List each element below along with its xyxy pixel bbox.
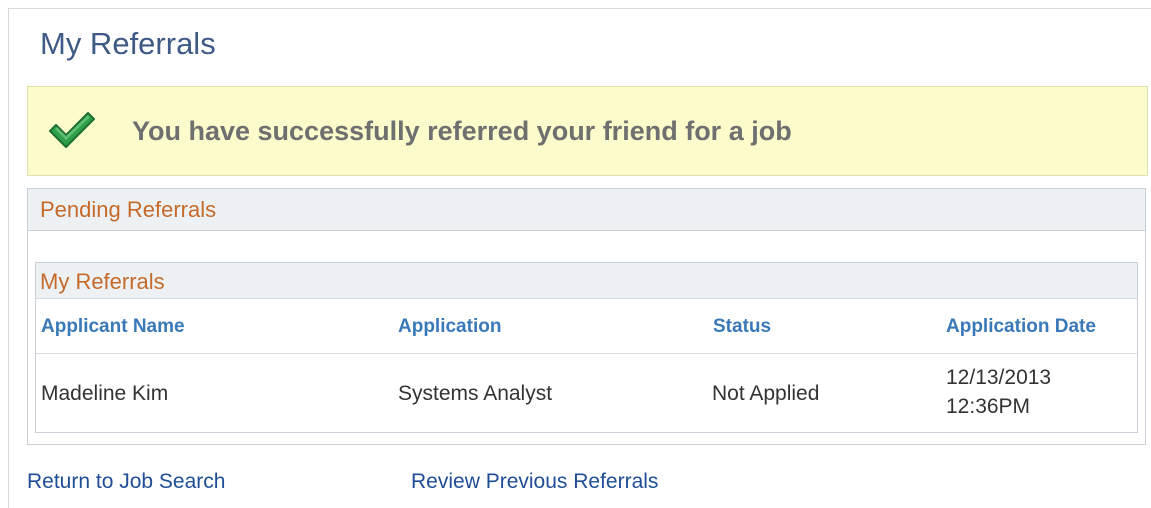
my-referrals-grid-header: My Referrals	[36, 263, 1137, 299]
cell-application-date: 12/13/2013	[946, 366, 1052, 389]
my-referrals-grid: My Referrals Applicant Name Application …	[35, 262, 1138, 433]
column-header-applicant-name[interactable]: Applicant Name	[41, 316, 185, 338]
success-message: You have successfully referred your frie…	[132, 116, 792, 146]
pending-referrals-title: Pending Referrals	[40, 197, 217, 222]
my-referrals-grid-title: My Referrals	[40, 269, 165, 294]
cell-application-time: 12:36PM	[946, 395, 1031, 418]
success-banner: You have successfully referred your frie…	[27, 86, 1148, 176]
pending-referrals-section: Pending Referrals My Referrals Applicant…	[27, 188, 1146, 445]
left-divider	[8, 8, 9, 508]
table-row: Madeline Kim Systems Analyst Not Applied…	[36, 355, 1137, 429]
return-to-job-search-link[interactable]: Return to Job Search	[27, 470, 225, 494]
column-header-application-date[interactable]: Application Date	[946, 316, 1096, 338]
top-divider	[8, 8, 1151, 9]
column-header-application[interactable]: Application	[398, 316, 501, 338]
page-title: My Referrals	[40, 26, 216, 61]
grid-column-headers: Applicant Name Application Status Applic…	[36, 300, 1137, 354]
column-header-status[interactable]: Status	[713, 316, 771, 338]
pending-referrals-header: Pending Referrals	[28, 189, 1145, 231]
cell-applicant-name: Madeline Kim	[41, 382, 169, 405]
review-previous-referrals-link[interactable]: Review Previous Referrals	[411, 470, 658, 494]
checkmark-icon	[49, 112, 95, 148]
cell-status: Not Applied	[712, 382, 820, 405]
cell-application: Systems Analyst	[398, 382, 553, 405]
